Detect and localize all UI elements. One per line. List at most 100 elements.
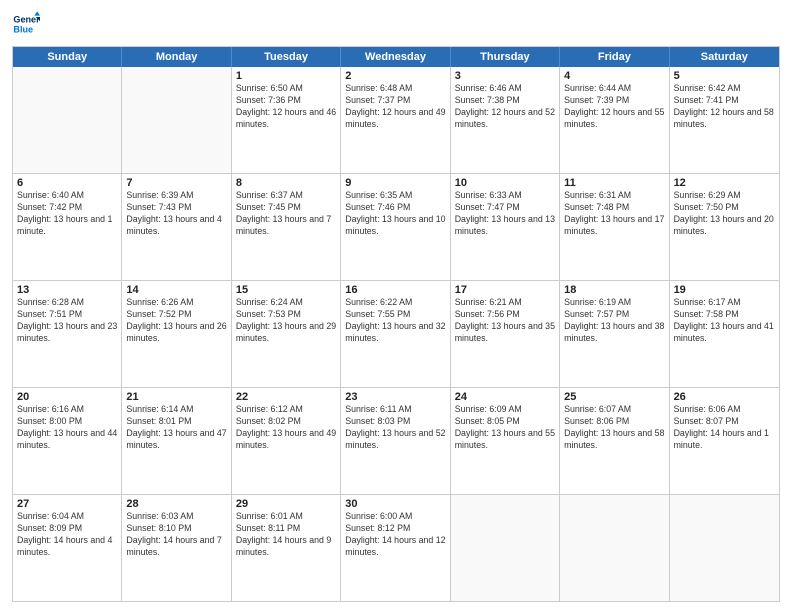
day-cell-12: 12Sunrise: 6:29 AMSunset: 7:50 PMDayligh… — [670, 174, 779, 280]
day-number: 13 — [17, 284, 117, 296]
day-number: 17 — [455, 284, 555, 296]
calendar-week-1: 1Sunrise: 6:50 AMSunset: 7:36 PMDaylight… — [13, 67, 779, 174]
day-header-tuesday: Tuesday — [232, 47, 341, 67]
day-number: 3 — [455, 70, 555, 82]
day-info: Sunrise: 6:04 AMSunset: 8:09 PMDaylight:… — [17, 511, 117, 559]
day-number: 20 — [17, 391, 117, 403]
day-number: 7 — [126, 177, 226, 189]
day-info: Sunrise: 6:07 AMSunset: 8:06 PMDaylight:… — [564, 404, 664, 452]
day-info: Sunrise: 6:09 AMSunset: 8:05 PMDaylight:… — [455, 404, 555, 452]
day-info: Sunrise: 6:33 AMSunset: 7:47 PMDaylight:… — [455, 190, 555, 238]
day-cell-19: 19Sunrise: 6:17 AMSunset: 7:58 PMDayligh… — [670, 281, 779, 387]
day-cell-3: 3Sunrise: 6:46 AMSunset: 7:38 PMDaylight… — [451, 67, 560, 173]
calendar-week-2: 6Sunrise: 6:40 AMSunset: 7:42 PMDaylight… — [13, 174, 779, 281]
day-number: 14 — [126, 284, 226, 296]
day-cell-6: 6Sunrise: 6:40 AMSunset: 7:42 PMDaylight… — [13, 174, 122, 280]
svg-text:General: General — [13, 15, 40, 25]
day-cell-20: 20Sunrise: 6:16 AMSunset: 8:00 PMDayligh… — [13, 388, 122, 494]
empty-cell — [13, 67, 122, 173]
day-number: 11 — [564, 177, 664, 189]
empty-cell — [670, 495, 779, 601]
day-number: 26 — [674, 391, 775, 403]
calendar-header: SundayMondayTuesdayWednesdayThursdayFrid… — [13, 47, 779, 67]
day-number: 5 — [674, 70, 775, 82]
day-info: Sunrise: 6:21 AMSunset: 7:56 PMDaylight:… — [455, 297, 555, 345]
day-cell-4: 4Sunrise: 6:44 AMSunset: 7:39 PMDaylight… — [560, 67, 669, 173]
day-number: 21 — [126, 391, 226, 403]
day-number: 15 — [236, 284, 336, 296]
day-cell-23: 23Sunrise: 6:11 AMSunset: 8:03 PMDayligh… — [341, 388, 450, 494]
day-info: Sunrise: 6:40 AMSunset: 7:42 PMDaylight:… — [17, 190, 117, 238]
day-cell-24: 24Sunrise: 6:09 AMSunset: 8:05 PMDayligh… — [451, 388, 560, 494]
day-info: Sunrise: 6:24 AMSunset: 7:53 PMDaylight:… — [236, 297, 336, 345]
day-info: Sunrise: 6:03 AMSunset: 8:10 PMDaylight:… — [126, 511, 226, 559]
empty-cell — [451, 495, 560, 601]
day-cell-15: 15Sunrise: 6:24 AMSunset: 7:53 PMDayligh… — [232, 281, 341, 387]
day-number: 25 — [564, 391, 664, 403]
day-cell-5: 5Sunrise: 6:42 AMSunset: 7:41 PMDaylight… — [670, 67, 779, 173]
day-info: Sunrise: 6:48 AMSunset: 7:37 PMDaylight:… — [345, 83, 445, 131]
page-header: General Blue — [12, 10, 780, 38]
day-cell-22: 22Sunrise: 6:12 AMSunset: 8:02 PMDayligh… — [232, 388, 341, 494]
svg-text:Blue: Blue — [13, 24, 33, 34]
calendar-week-5: 27Sunrise: 6:04 AMSunset: 8:09 PMDayligh… — [13, 495, 779, 601]
day-info: Sunrise: 6:17 AMSunset: 7:58 PMDaylight:… — [674, 297, 775, 345]
day-info: Sunrise: 6:44 AMSunset: 7:39 PMDaylight:… — [564, 83, 664, 131]
day-info: Sunrise: 6:37 AMSunset: 7:45 PMDaylight:… — [236, 190, 336, 238]
day-info: Sunrise: 6:28 AMSunset: 7:51 PMDaylight:… — [17, 297, 117, 345]
day-header-friday: Friday — [560, 47, 669, 67]
day-cell-28: 28Sunrise: 6:03 AMSunset: 8:10 PMDayligh… — [122, 495, 231, 601]
calendar-week-3: 13Sunrise: 6:28 AMSunset: 7:51 PMDayligh… — [13, 281, 779, 388]
day-cell-10: 10Sunrise: 6:33 AMSunset: 7:47 PMDayligh… — [451, 174, 560, 280]
day-info: Sunrise: 6:22 AMSunset: 7:55 PMDaylight:… — [345, 297, 445, 345]
day-number: 29 — [236, 498, 336, 510]
day-number: 16 — [345, 284, 445, 296]
day-cell-25: 25Sunrise: 6:07 AMSunset: 8:06 PMDayligh… — [560, 388, 669, 494]
logo-icon: General Blue — [12, 10, 40, 38]
day-info: Sunrise: 6:12 AMSunset: 8:02 PMDaylight:… — [236, 404, 336, 452]
day-info: Sunrise: 6:26 AMSunset: 7:52 PMDaylight:… — [126, 297, 226, 345]
day-cell-16: 16Sunrise: 6:22 AMSunset: 7:55 PMDayligh… — [341, 281, 450, 387]
day-number: 23 — [345, 391, 445, 403]
day-info: Sunrise: 6:35 AMSunset: 7:46 PMDaylight:… — [345, 190, 445, 238]
day-number: 19 — [674, 284, 775, 296]
day-number: 28 — [126, 498, 226, 510]
day-cell-7: 7Sunrise: 6:39 AMSunset: 7:43 PMDaylight… — [122, 174, 231, 280]
day-info: Sunrise: 6:31 AMSunset: 7:48 PMDaylight:… — [564, 190, 664, 238]
day-cell-14: 14Sunrise: 6:26 AMSunset: 7:52 PMDayligh… — [122, 281, 231, 387]
day-info: Sunrise: 6:01 AMSunset: 8:11 PMDaylight:… — [236, 511, 336, 559]
day-info: Sunrise: 6:42 AMSunset: 7:41 PMDaylight:… — [674, 83, 775, 131]
day-info: Sunrise: 6:00 AMSunset: 8:12 PMDaylight:… — [345, 511, 445, 559]
day-cell-29: 29Sunrise: 6:01 AMSunset: 8:11 PMDayligh… — [232, 495, 341, 601]
day-number: 10 — [455, 177, 555, 189]
day-header-sunday: Sunday — [13, 47, 122, 67]
day-number: 1 — [236, 70, 336, 82]
day-info: Sunrise: 6:39 AMSunset: 7:43 PMDaylight:… — [126, 190, 226, 238]
calendar-body: 1Sunrise: 6:50 AMSunset: 7:36 PMDaylight… — [13, 67, 779, 601]
day-number: 12 — [674, 177, 775, 189]
day-header-monday: Monday — [122, 47, 231, 67]
day-info: Sunrise: 6:50 AMSunset: 7:36 PMDaylight:… — [236, 83, 336, 131]
day-cell-26: 26Sunrise: 6:06 AMSunset: 8:07 PMDayligh… — [670, 388, 779, 494]
logo: General Blue — [12, 10, 40, 38]
day-info: Sunrise: 6:06 AMSunset: 8:07 PMDaylight:… — [674, 404, 775, 452]
day-number: 2 — [345, 70, 445, 82]
day-cell-30: 30Sunrise: 6:00 AMSunset: 8:12 PMDayligh… — [341, 495, 450, 601]
day-cell-1: 1Sunrise: 6:50 AMSunset: 7:36 PMDaylight… — [232, 67, 341, 173]
day-number: 6 — [17, 177, 117, 189]
day-info: Sunrise: 6:29 AMSunset: 7:50 PMDaylight:… — [674, 190, 775, 238]
day-number: 27 — [17, 498, 117, 510]
day-number: 4 — [564, 70, 664, 82]
day-info: Sunrise: 6:19 AMSunset: 7:57 PMDaylight:… — [564, 297, 664, 345]
day-cell-9: 9Sunrise: 6:35 AMSunset: 7:46 PMDaylight… — [341, 174, 450, 280]
day-number: 30 — [345, 498, 445, 510]
day-cell-17: 17Sunrise: 6:21 AMSunset: 7:56 PMDayligh… — [451, 281, 560, 387]
day-info: Sunrise: 6:46 AMSunset: 7:38 PMDaylight:… — [455, 83, 555, 131]
day-header-wednesday: Wednesday — [341, 47, 450, 67]
day-cell-8: 8Sunrise: 6:37 AMSunset: 7:45 PMDaylight… — [232, 174, 341, 280]
day-info: Sunrise: 6:16 AMSunset: 8:00 PMDaylight:… — [17, 404, 117, 452]
calendar-week-4: 20Sunrise: 6:16 AMSunset: 8:00 PMDayligh… — [13, 388, 779, 495]
day-header-thursday: Thursday — [451, 47, 560, 67]
day-cell-21: 21Sunrise: 6:14 AMSunset: 8:01 PMDayligh… — [122, 388, 231, 494]
day-number: 8 — [236, 177, 336, 189]
